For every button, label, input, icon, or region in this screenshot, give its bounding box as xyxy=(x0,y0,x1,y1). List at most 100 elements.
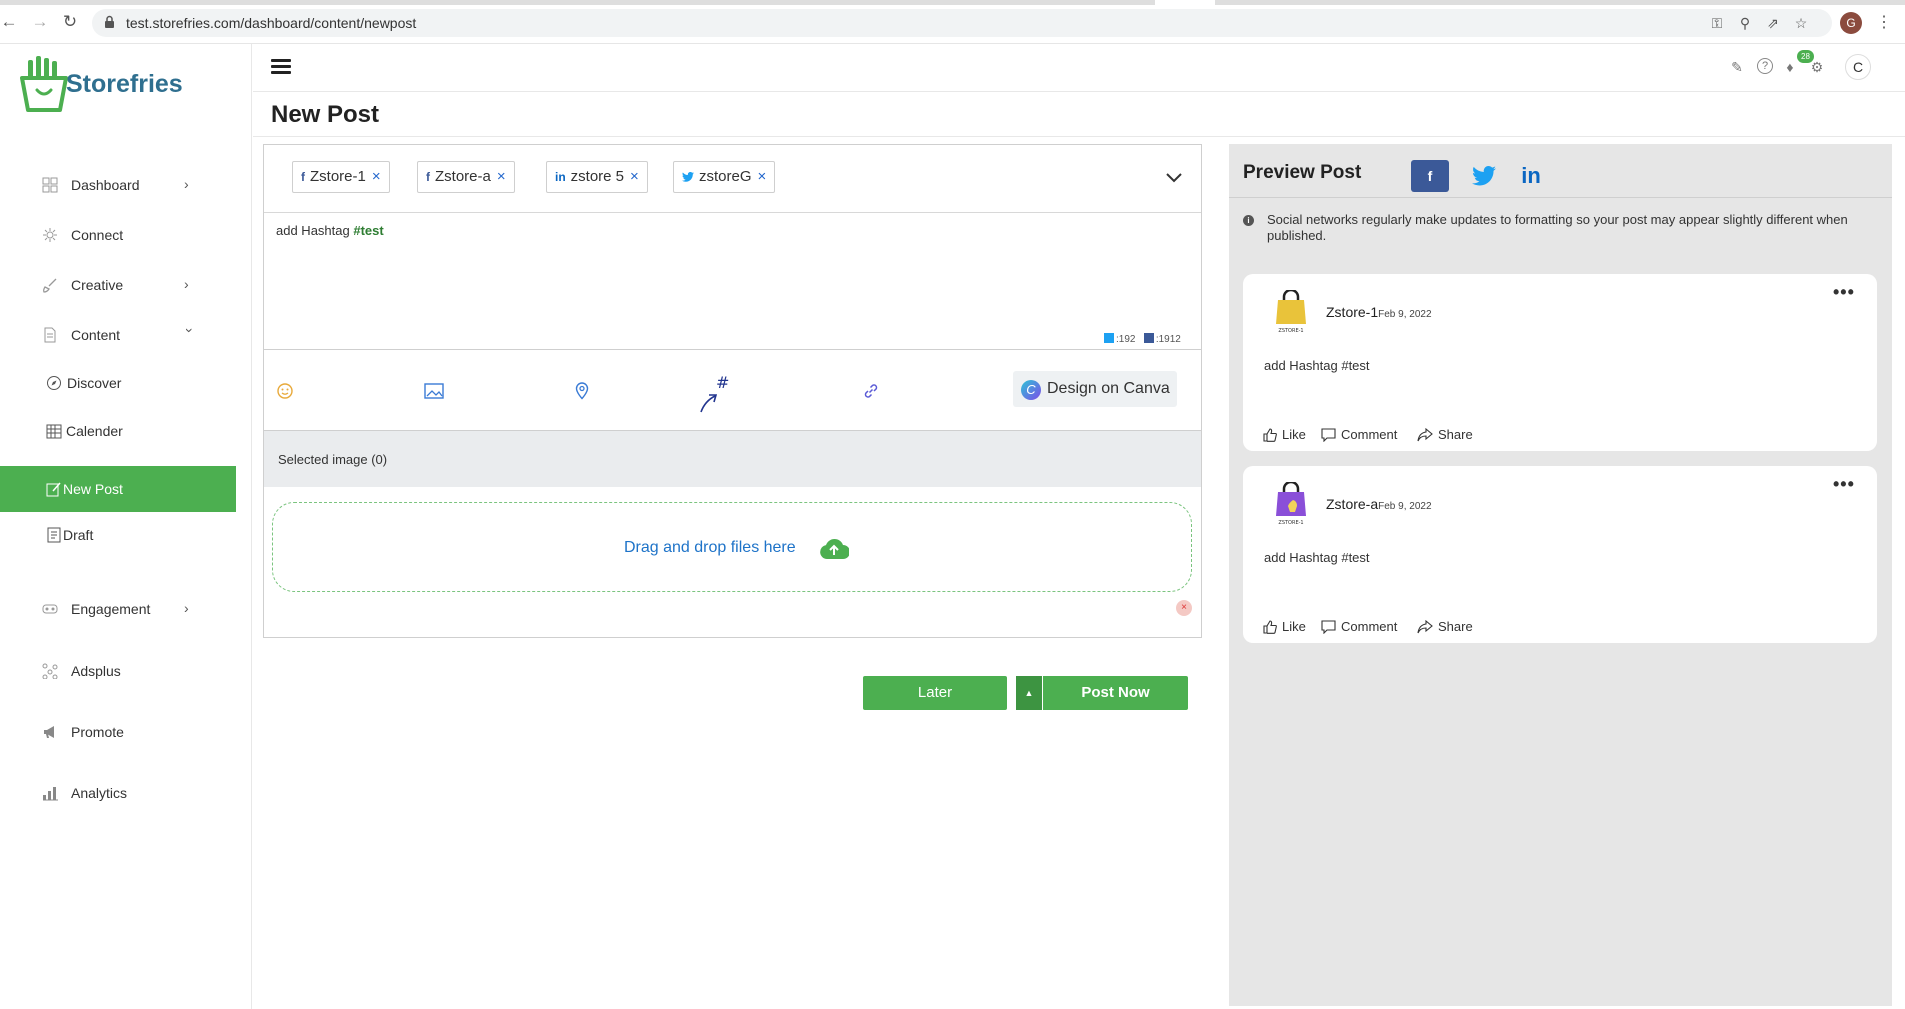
account-selector[interactable]: f Zstore-1 × f Zstore-a × in zstore 5 × zstore… xyxy=(264,145,1201,213)
preview-post-card: ZSTORE-1 Zstore-aFeb 9, 2022 ••• add Has… xyxy=(1243,466,1877,643)
connect-icon xyxy=(43,228,57,242)
sidebar-item-analytics[interactable]: Analytics xyxy=(0,770,236,816)
remove-chip-icon[interactable]: × xyxy=(372,162,381,192)
brush-icon xyxy=(43,278,57,293)
account-chip[interactable]: zstoreG × xyxy=(673,161,776,193)
canva-button-label: Design on Canva xyxy=(1047,380,1170,397)
post-options-caret-icon[interactable]: ▲ xyxy=(1016,676,1043,710)
bell-icon[interactable]: ♦ xyxy=(1781,58,1799,76)
account-chip-name: Zstore-1 xyxy=(310,168,366,185)
like-button[interactable]: Like xyxy=(1263,427,1306,442)
storefries-logo[interactable]: Storefries xyxy=(18,56,183,116)
sidebar-sub-label: Discover xyxy=(67,375,122,391)
more-options-icon[interactable]: ••• xyxy=(1833,282,1855,303)
compose-icon[interactable]: ✎ xyxy=(1728,58,1746,76)
comment-button[interactable]: Comment xyxy=(1321,619,1397,635)
canva-logo-icon: C xyxy=(1021,380,1041,400)
facebook-count-icon xyxy=(1143,333,1154,343)
grid-icon xyxy=(42,177,58,193)
post-now-button[interactable]: Post Now xyxy=(1043,676,1188,710)
sidebar-item-engagement[interactable]: Engagement › xyxy=(0,586,236,632)
user-avatar[interactable]: C xyxy=(1845,54,1871,80)
comment-icon xyxy=(1321,428,1336,443)
sidebar-sub-new-post[interactable]: New Post xyxy=(0,466,236,512)
later-button[interactable]: Later xyxy=(863,676,1007,710)
account-chip[interactable]: in zstore 5 × xyxy=(546,161,648,193)
preview-tab-linkedin[interactable]: in xyxy=(1512,160,1550,192)
location-pin-icon[interactable] xyxy=(573,382,591,400)
key-icon[interactable]: ⚿ xyxy=(1708,14,1726,32)
browser-profile-avatar[interactable]: G xyxy=(1840,12,1862,34)
megaphone-icon xyxy=(44,726,54,738)
emoji-icon[interactable] xyxy=(276,382,294,400)
reload-icon[interactable]: ↻ xyxy=(61,13,79,31)
chevron-right-icon: › xyxy=(184,600,189,616)
zoom-icon[interactable]: ⚲ xyxy=(1736,14,1754,32)
share-label: Share xyxy=(1438,619,1473,634)
svg-text:#: # xyxy=(716,374,729,392)
link-icon[interactable] xyxy=(862,382,880,400)
more-options-icon[interactable]: ••• xyxy=(1833,474,1855,495)
preview-account-name: Zstore-1Feb 9, 2022 xyxy=(1326,304,1432,320)
nodes-icon xyxy=(42,663,58,679)
post-text-body: add Hashtag xyxy=(276,223,354,238)
share-button[interactable]: Share xyxy=(1417,427,1473,442)
sidebar-sub-discover[interactable]: Discover xyxy=(0,360,236,406)
remove-chip-icon[interactable]: × xyxy=(630,162,639,192)
back-icon[interactable]: ← xyxy=(0,13,18,31)
preview-header: Preview Post f in xyxy=(1229,144,1892,198)
share-arrow-icon xyxy=(1417,619,1433,634)
account-chip[interactable]: f Zstore-1 × xyxy=(292,161,390,193)
sidebar-item-connect[interactable]: Connect xyxy=(0,212,236,258)
preview-title: Preview Post xyxy=(1243,162,1362,183)
file-dropzone[interactable]: Drag and drop files here xyxy=(272,502,1192,592)
clear-files-icon[interactable]: × xyxy=(1176,600,1192,616)
post-textarea[interactable]: add Hashtag #test xyxy=(276,223,384,238)
browser-menu-icon[interactable]: ⋮ xyxy=(1876,12,1892,34)
share-button[interactable]: Share xyxy=(1417,619,1473,634)
sidebar-item-label: Creative xyxy=(71,277,124,293)
chevron-right-icon: › xyxy=(184,176,189,192)
sidebar-item-content[interactable]: Content › xyxy=(0,312,236,358)
remove-chip-icon[interactable]: × xyxy=(497,162,506,192)
account-chip[interactable]: f Zstore-a × xyxy=(417,161,515,193)
info-icon: i xyxy=(1243,215,1254,226)
composer-toolbar: # C Design on Canva xyxy=(264,349,1201,431)
image-icon[interactable] xyxy=(424,382,444,400)
forward-icon[interactable]: → xyxy=(31,13,49,31)
selected-images-label: Selected image (0) xyxy=(278,452,388,467)
sidebar: Storefries Dashboard › Connect Creative … xyxy=(0,44,252,1009)
dropzone-label: Drag and drop files here xyxy=(624,539,796,556)
sidebar-item-promote[interactable]: Promote xyxy=(0,709,236,755)
twitter-count: :192 xyxy=(1116,334,1136,345)
sidebar-item-label: Dashboard xyxy=(71,177,140,193)
sidebar-sub-calender[interactable]: Calender xyxy=(0,408,236,454)
compass-icon xyxy=(47,376,61,390)
preview-tab-twitter[interactable] xyxy=(1465,160,1503,192)
sidebar-item-creative[interactable]: Creative › xyxy=(0,262,236,308)
remove-chip-icon[interactable]: × xyxy=(758,162,767,192)
design-on-canva-button[interactable]: C Design on Canva xyxy=(1013,371,1177,407)
preview-panel: Preview Post f in i Social networks regu… xyxy=(1229,144,1892,1006)
hamburger-menu-icon[interactable] xyxy=(271,59,291,75)
bookmark-star-icon[interactable]: ☆ xyxy=(1792,14,1810,32)
help-icon[interactable]: ? xyxy=(1757,58,1773,74)
hashtag-icon[interactable]: # xyxy=(696,374,736,414)
comment-button[interactable]: Comment xyxy=(1321,427,1397,443)
address-bar[interactable]: test.storefries.com/dashboard/content/ne… xyxy=(92,9,1832,37)
page-title: New Post xyxy=(271,101,380,128)
sidebar-item-dashboard[interactable]: Dashboard › xyxy=(0,162,236,208)
gear-icon[interactable]: ⚙ xyxy=(1808,58,1826,76)
like-button[interactable]: Like xyxy=(1263,619,1306,634)
chevron-down-icon[interactable] xyxy=(1164,169,1184,185)
account-name-text: Zstore-a xyxy=(1326,496,1379,512)
facebook-count: :1912 xyxy=(1155,334,1181,345)
share-page-icon[interactable]: ⇗ xyxy=(1764,14,1782,32)
sidebar-item-label: Connect xyxy=(71,227,124,243)
sidebar-item-adsplus[interactable]: Adsplus xyxy=(0,648,236,694)
url-text: test.storefries.com/dashboard/content/ne… xyxy=(126,15,417,31)
char-counters: :192 :1912 xyxy=(1104,333,1181,345)
sidebar-sub-draft[interactable]: Draft xyxy=(0,512,236,558)
preview-tab-facebook[interactable]: f xyxy=(1411,160,1449,192)
account-chip-name: Zstore-a xyxy=(435,168,491,185)
